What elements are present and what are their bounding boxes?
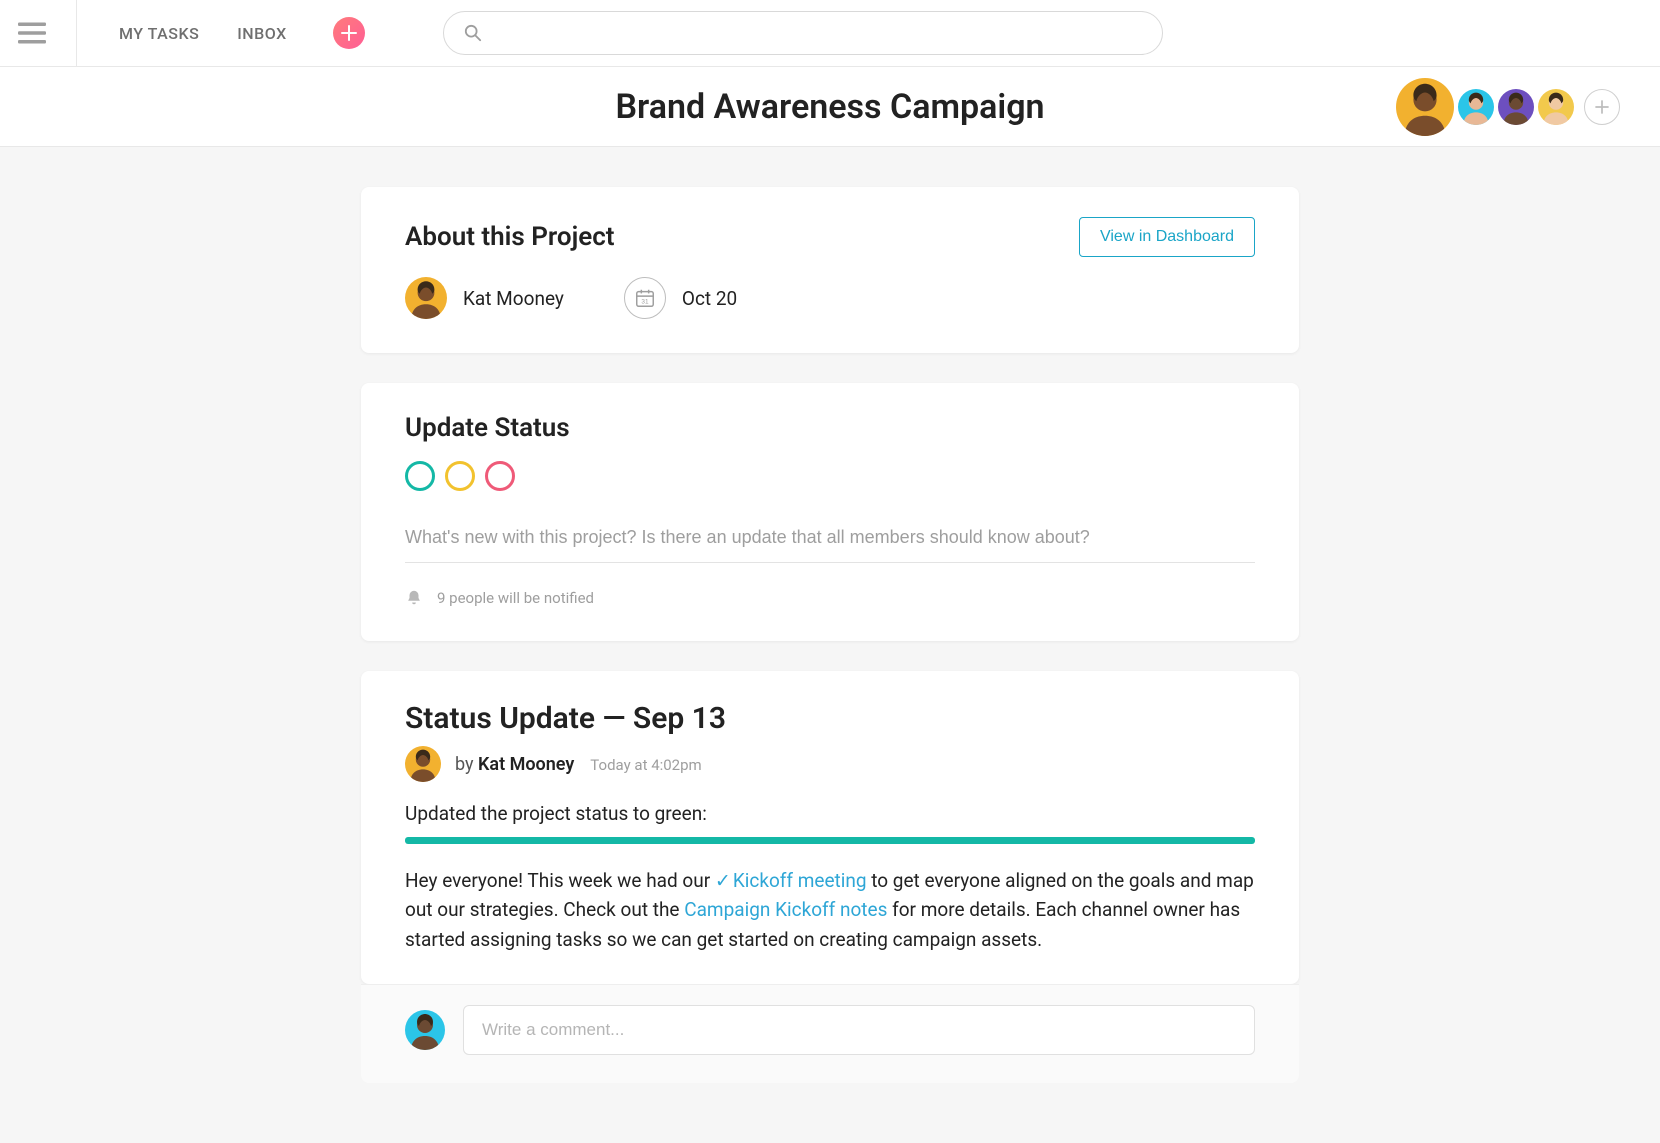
- nav-my-tasks[interactable]: MY TASKS: [109, 18, 209, 49]
- search-bar[interactable]: [443, 11, 1163, 55]
- plus-icon: [1595, 100, 1609, 114]
- about-heading: About this Project: [405, 222, 615, 252]
- due-date: Oct 20: [682, 287, 737, 310]
- menu-icon[interactable]: [12, 13, 52, 53]
- member-avatar-1[interactable]: [1396, 78, 1454, 136]
- check-icon: ✓: [715, 866, 731, 895]
- search-input[interactable]: [494, 24, 1142, 42]
- project-header: Brand Awareness Campaign: [0, 67, 1660, 147]
- view-dashboard-button[interactable]: View in Dashboard: [1079, 217, 1255, 257]
- project-owner[interactable]: Kat Mooney: [405, 277, 564, 319]
- project-title: Brand Awareness Campaign: [615, 87, 1044, 127]
- project-due-date[interactable]: 31 Oct 20: [624, 277, 737, 319]
- main-content: About this Project View in Dashboard Kat…: [0, 147, 1660, 1143]
- owner-name: Kat Mooney: [463, 287, 564, 310]
- bell-icon: [405, 589, 423, 607]
- add-member-button[interactable]: [1584, 89, 1620, 125]
- kickoff-notes-link[interactable]: Campaign Kickoff notes: [684, 898, 887, 921]
- member-avatar-4[interactable]: [1538, 89, 1574, 125]
- status-bar-green: [405, 837, 1255, 844]
- update-status-card: Update Status 9 people will be notified: [361, 383, 1299, 641]
- status-yellow[interactable]: [445, 461, 475, 491]
- svg-text:31: 31: [641, 299, 649, 306]
- status-update-input[interactable]: [405, 519, 1255, 563]
- status-change-text: Updated the project status to green:: [405, 802, 1255, 825]
- comment-input[interactable]: [463, 1005, 1255, 1055]
- comment-section: [361, 984, 1299, 1083]
- author-byline: by Kat Mooney: [455, 754, 574, 775]
- status-color-picker: [405, 461, 1255, 491]
- status-red[interactable]: [485, 461, 515, 491]
- project-members: [1396, 78, 1620, 136]
- update-timestamp: Today at 4:02pm: [590, 756, 701, 774]
- notify-info: 9 people will be notified: [405, 589, 1255, 607]
- notify-text: 9 people will be notified: [437, 589, 594, 607]
- member-avatar-2[interactable]: [1458, 89, 1494, 125]
- status-update-card: Status Update — Sep 13 by Kat Mooney Tod…: [361, 671, 1299, 984]
- search-icon: [464, 24, 482, 42]
- plus-icon: [341, 25, 357, 41]
- about-card: About this Project View in Dashboard Kat…: [361, 187, 1299, 353]
- update-body: Hey everyone! This week we had our ✓Kick…: [405, 866, 1255, 954]
- author-avatar: [405, 746, 441, 782]
- member-avatar-3[interactable]: [1498, 89, 1534, 125]
- update-status-heading: Update Status: [405, 413, 1255, 443]
- calendar-icon: 31: [624, 277, 666, 319]
- status-green[interactable]: [405, 461, 435, 491]
- nav-inbox[interactable]: INBOX: [227, 18, 296, 49]
- owner-avatar: [405, 277, 447, 319]
- divider: [76, 0, 77, 67]
- add-button[interactable]: [333, 17, 365, 49]
- commenter-avatar: [405, 1010, 445, 1050]
- top-nav: MY TASKS INBOX: [0, 0, 1660, 67]
- status-update-title: Status Update — Sep 13: [405, 701, 1255, 736]
- kickoff-meeting-link[interactable]: Kickoff meeting: [733, 869, 867, 892]
